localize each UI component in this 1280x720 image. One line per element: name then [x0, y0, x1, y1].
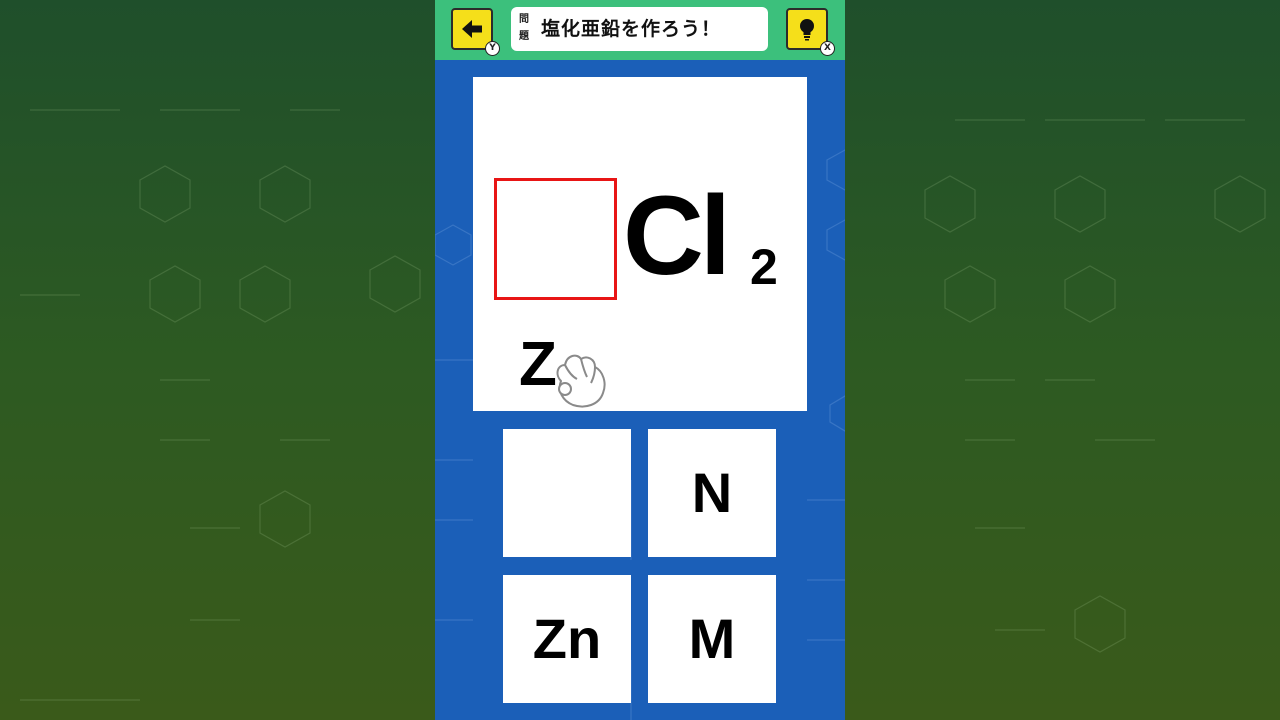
arrow-left-icon: [462, 20, 482, 38]
formula-subscript: 2: [750, 239, 778, 295]
choice-tile-zn[interactable]: Zn: [503, 575, 631, 703]
game-screen: Y 問題 塩化亜鉛を作ろう！ X Cl 2 Z N Zn M: [435, 0, 845, 720]
formula-card: Cl 2 Z: [473, 77, 807, 411]
y-key-badge: Y: [485, 41, 500, 56]
answer-slot[interactable]: [494, 178, 617, 300]
choice-tile-m[interactable]: M: [648, 575, 776, 703]
question-box: 問題 塩化亜鉛を作ろう！: [511, 7, 768, 51]
lightbulb-icon: [800, 19, 814, 41]
top-bar: Y 問題 塩化亜鉛を作ろう！ X: [435, 0, 845, 60]
background-chemistry-pattern: [924, 119, 1266, 653]
choice-tile-blank[interactable]: [503, 429, 631, 557]
formula-symbol: Cl: [623, 173, 731, 298]
question-text: 塩化亜鉛を作ろう！: [541, 18, 722, 40]
background-chemistry-pattern: [20, 109, 421, 701]
x-key-badge: X: [820, 41, 835, 56]
pointing-hand-icon: [556, 354, 606, 408]
question-label: 問題: [519, 14, 529, 42]
choice-tile-n[interactable]: N: [648, 429, 776, 557]
